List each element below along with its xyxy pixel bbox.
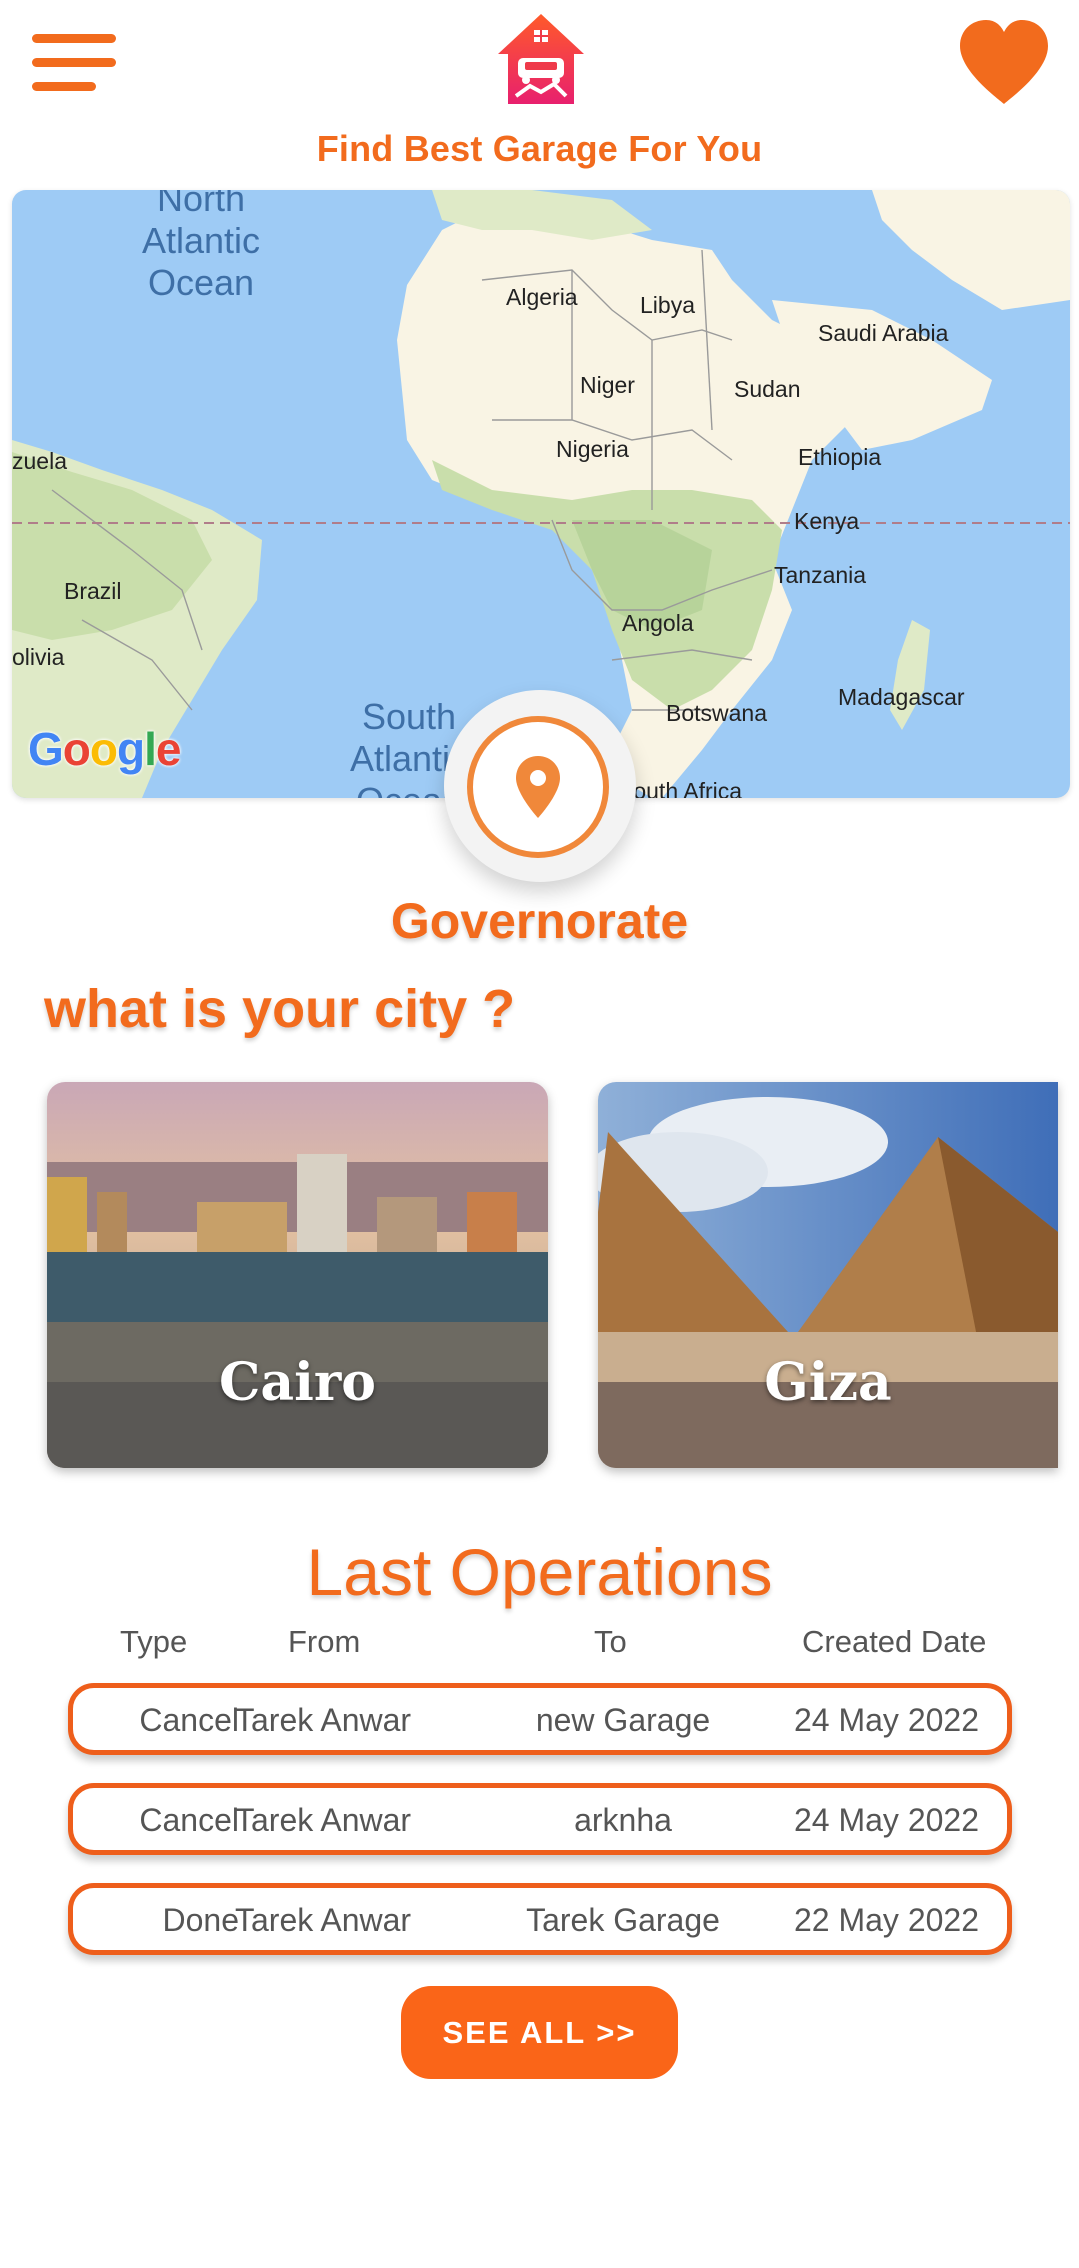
governorate-title: Governorate	[390, 893, 689, 949]
column-header-to: To	[594, 1624, 627, 1659]
map-label: Botswana	[666, 700, 768, 726]
operation-row[interactable]: Cancel Tarek Anwar new Garage 24 May 202…	[68, 1683, 1012, 1755]
operation-row[interactable]: Done Tarek Anwar Tarek Garage 22 May 202…	[68, 1883, 1012, 1955]
city-card-label: Giza	[764, 1352, 892, 1413]
app-title: Find Best Garage For You	[316, 128, 763, 169]
map-label: Ethiopia	[798, 444, 882, 470]
map-label: Sudan	[734, 376, 801, 402]
location-button[interactable]	[467, 716, 609, 858]
operation-to: arknha	[574, 1802, 672, 1838]
map-label-north-atlantic: North Atlantic Ocean	[142, 190, 261, 303]
operation-from: Tarek Anwar	[235, 1802, 412, 1838]
operation-date: 22 May 2022	[793, 1902, 979, 1938]
map-label: olivia	[12, 644, 65, 670]
map-label: Kenya	[794, 508, 860, 534]
operation-to: new Garage	[535, 1702, 711, 1738]
map-label: zuela	[12, 448, 67, 474]
map-label: Saudi Arabia	[818, 320, 949, 346]
operation-from: Tarek Anwar	[235, 1902, 412, 1938]
map-label: Algeria	[506, 284, 578, 310]
map-label: Angola	[622, 610, 694, 636]
operation-from: Tarek Anwar	[235, 1702, 412, 1738]
garage-logo-icon	[496, 12, 586, 108]
column-header-from: From	[288, 1624, 361, 1659]
see-all-button[interactable]: SEE ALL >>	[401, 1986, 678, 2079]
city-card-cairo[interactable]: Cairo	[47, 1082, 548, 1468]
hamburger-menu-icon[interactable]	[32, 34, 118, 94]
map-label: Libya	[640, 292, 695, 318]
operation-date: 24 May 2022	[793, 1702, 979, 1738]
operation-type: Cancel	[139, 1802, 239, 1838]
favorites-heart-icon[interactable]	[956, 18, 1052, 108]
city-card-giza[interactable]: Giza	[598, 1082, 1058, 1468]
location-pin-icon	[516, 756, 560, 818]
operation-date: 24 May 2022	[793, 1802, 979, 1838]
city-question: what is your city ?	[44, 979, 516, 1039]
google-attribution-logo: Google	[28, 723, 181, 775]
last-operations-title: Last Operations	[306, 1535, 773, 1609]
operation-to: Tarek Garage	[526, 1902, 720, 1938]
operation-type: Cancel	[139, 1702, 239, 1738]
map-label: Niger	[580, 372, 635, 398]
column-header-type: Type	[120, 1624, 188, 1659]
operation-type: Done	[162, 1902, 240, 1938]
map-label: Tanzania	[774, 562, 867, 588]
map-label: Nigeria	[556, 436, 629, 462]
map-label: Madagascar	[838, 684, 965, 710]
map-label: South Africa	[618, 778, 743, 798]
map-label: Brazil	[64, 578, 122, 604]
operation-row[interactable]: Cancel Tarek Anwar arknha 24 May 2022	[68, 1783, 1012, 1855]
city-card-label: Cairo	[219, 1352, 376, 1413]
column-header-created-date: Created Date	[802, 1624, 987, 1659]
